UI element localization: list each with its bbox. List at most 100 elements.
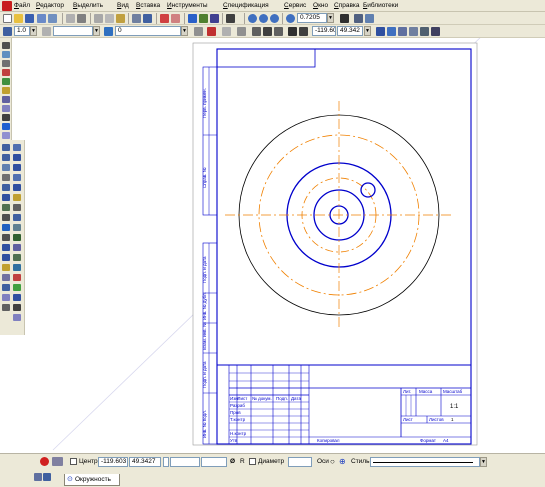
ortho-mode-icon[interactable] <box>263 27 272 36</box>
move-icon[interactable] <box>2 304 10 311</box>
new-document-icon[interactable] <box>3 14 12 23</box>
properties-icon[interactable] <box>66 14 75 23</box>
assoc-views-icon[interactable] <box>2 105 10 112</box>
extend-icon[interactable] <box>13 284 21 291</box>
step-cursor-icon[interactable] <box>3 27 12 36</box>
view-frame-icon[interactable] <box>13 264 21 271</box>
rotate-icon[interactable] <box>13 294 21 301</box>
orthogonal-icon[interactable] <box>222 27 231 36</box>
point-x-field[interactable] <box>170 457 200 467</box>
view-icon-2[interactable] <box>387 27 396 36</box>
reports-icon[interactable] <box>2 123 10 130</box>
explode-icon[interactable] <box>13 314 21 321</box>
deform-icon[interactable] <box>13 304 21 311</box>
point-icon[interactable] <box>2 144 10 151</box>
chevron-down-icon[interactable]: ▼ <box>480 457 487 467</box>
geometry-icon[interactable] <box>2 42 10 49</box>
section-icon[interactable] <box>2 274 10 281</box>
hatch-icon[interactable] <box>2 174 10 181</box>
measure-icon[interactable] <box>2 87 10 94</box>
variables-icon[interactable] <box>188 14 197 23</box>
library-manager-icon[interactable] <box>199 14 208 23</box>
layer-field[interactable]: 0 <box>115 26 181 36</box>
create-object-icon[interactable] <box>52 457 63 466</box>
menu-tools[interactable]: Инструменты <box>167 2 208 9</box>
chamfer-icon[interactable] <box>13 194 21 201</box>
point-y-field[interactable] <box>201 457 227 467</box>
layer-state-field[interactable] <box>53 26 93 36</box>
center-x-field[interactable]: -119.603 <box>98 457 128 467</box>
paste-icon[interactable] <box>116 14 125 23</box>
drawing-canvas[interactable]: Перв. примен. Справ. № Подп. и дата Инв.… <box>25 32 545 453</box>
trim-icon[interactable] <box>2 284 10 291</box>
layer-icon[interactable] <box>42 27 51 36</box>
help-pointer-icon[interactable] <box>226 14 235 23</box>
cursor-x-field[interactable]: -119.60 <box>312 26 336 36</box>
function-icon[interactable] <box>210 14 219 23</box>
zoom-scale-icon[interactable] <box>286 14 295 23</box>
menu-file[interactable]: Файл <box>14 2 30 9</box>
collection-icon[interactable] <box>13 224 21 231</box>
cursor-icon[interactable] <box>299 27 308 36</box>
cursor-coords-icon[interactable] <box>288 27 297 36</box>
menu-specification[interactable]: Спецификация <box>223 2 269 9</box>
edit-icon[interactable] <box>2 69 10 76</box>
diameter-field[interactable] <box>288 457 312 467</box>
save-icon[interactable] <box>25 14 34 23</box>
diameter-checkbox[interactable] <box>249 458 256 465</box>
break-icon[interactable] <box>13 274 21 281</box>
snaps-icon[interactable] <box>274 27 283 36</box>
copy-icon[interactable] <box>105 14 114 23</box>
ellipse-icon[interactable] <box>13 164 21 171</box>
menu-editor[interactable]: Редактор <box>36 2 64 9</box>
view-icon-4[interactable] <box>409 27 418 36</box>
zoom-in-icon[interactable] <box>248 14 257 23</box>
parametrization-icon[interactable] <box>2 78 10 85</box>
table-icon[interactable] <box>13 254 21 261</box>
chevron-down-icon[interactable]: ▼ <box>30 26 37 36</box>
help-icon[interactable] <box>43 473 51 481</box>
scale-tool-icon[interactable] <box>2 294 10 301</box>
center-y-field[interactable]: 49.3427 <box>129 457 161 467</box>
view-options-icon[interactable] <box>365 14 374 23</box>
redo-icon[interactable] <box>171 14 180 23</box>
undo-icon[interactable] <box>160 14 169 23</box>
cut-icon[interactable] <box>94 14 103 23</box>
center-checkbox[interactable] <box>70 458 77 465</box>
insert-icon[interactable] <box>2 132 10 139</box>
current-layer-icon[interactable] <box>104 27 113 36</box>
chevron-down-icon[interactable]: ▼ <box>181 26 188 36</box>
zoom-value-field[interactable]: 0.7205 <box>297 13 327 23</box>
select-icon[interactable] <box>2 96 10 103</box>
print-icon[interactable] <box>37 14 46 23</box>
segment-icon[interactable] <box>2 154 10 161</box>
menu-select[interactable]: Выделить <box>73 2 103 9</box>
leader-icon[interactable] <box>2 264 10 271</box>
circle-icon[interactable] <box>13 154 21 161</box>
menu-view[interactable]: Вид <box>117 2 129 9</box>
color-icon[interactable] <box>207 27 216 36</box>
zoom-out-icon[interactable] <box>259 14 268 23</box>
mirror-icon[interactable] <box>2 234 10 241</box>
spec-icon[interactable] <box>2 114 10 121</box>
zoom-frame-icon[interactable] <box>270 14 279 23</box>
equidistant-icon[interactable] <box>13 204 21 211</box>
print-preview-icon[interactable] <box>48 14 57 23</box>
polyline-icon[interactable] <box>2 214 10 221</box>
menu-help[interactable]: Справка <box>334 2 360 9</box>
contour-icon[interactable] <box>2 204 10 211</box>
bezier-icon[interactable] <box>13 174 21 181</box>
view-icon-6[interactable] <box>431 27 440 36</box>
panel-menu-icon[interactable] <box>34 473 42 481</box>
local-cs-icon[interactable] <box>252 27 261 36</box>
menu-window[interactable]: Окно <box>313 2 328 9</box>
chevron-down-icon[interactable]: ▼ <box>93 26 100 36</box>
chevron-down-icon[interactable]: ▼ <box>327 13 334 23</box>
polygon-icon[interactable] <box>13 184 21 191</box>
spline-icon[interactable] <box>13 214 21 221</box>
arc-icon[interactable] <box>2 164 10 171</box>
aux-line-icon[interactable] <box>13 144 21 151</box>
menu-insert[interactable]: Вставка <box>136 2 160 9</box>
dimensions-icon[interactable] <box>2 51 10 58</box>
rectangle-icon[interactable] <box>2 184 10 191</box>
